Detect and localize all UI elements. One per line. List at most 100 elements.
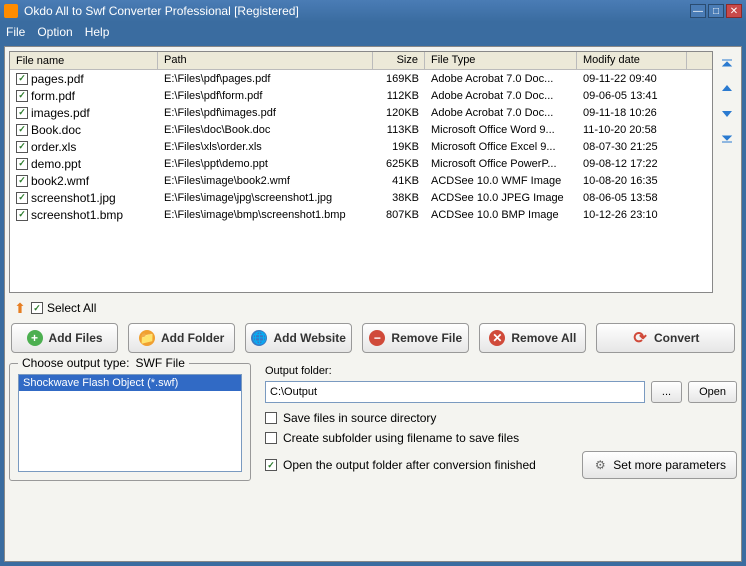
cell-type: ACDSee 10.0 WMF Image [425,174,577,188]
cell-size: 807KB [373,208,425,222]
table-row[interactable]: ✓order.xls E:\Files\xls\order.xls19KBMicr… [10,138,712,155]
convert-button[interactable]: ⟳Convert [596,323,735,353]
col-filetype[interactable]: File Type [425,52,577,69]
table-row[interactable]: ✓demo.pptE:\Files\ppt\demo.ppt625KBMicro… [10,155,712,172]
table-row[interactable]: ✓Book.doc E:\Files\doc\Book.doc113KBMicro… [10,121,712,138]
remove-file-button[interactable]: −Remove File [362,323,469,353]
reorder-buttons [717,51,737,293]
cell-type: Microsoft Office Word 9... [425,123,577,137]
cell-size: 19KB [373,140,425,154]
table-row[interactable]: ✓screenshot1.bmp E:\Files\image\bmp\scree… [10,206,712,223]
cell-filename: form.pdf [31,89,75,103]
output-folder-panel: Output folder: ... Open Save files in so… [265,363,737,481]
row-checkbox[interactable]: ✓ [16,209,28,221]
cell-size: 120KB [373,106,425,120]
table-row[interactable]: ✓pages.pdfE:\Files\pdf\pages.pdf169KBAdo… [10,70,712,87]
table-row[interactable]: ✓form.pdf E:\Files\pdf\form.pdf112KBAdobe… [10,87,712,104]
cell-filename: order.xls [31,140,76,154]
cell-type: Adobe Acrobat 7.0 Doc... [425,72,577,86]
table-row[interactable]: ✓book2.wmfE:\Files\image\book2.wmf41KBAC… [10,172,712,189]
cell-size: 625KB [373,157,425,171]
row-checkbox[interactable]: ✓ [16,90,28,102]
table-row[interactable]: ✓screenshot1.jpg E:\Files\image\jpg\scree… [10,189,712,206]
col-filename[interactable]: File name [10,52,158,69]
output-type-current: SWF File [136,356,185,370]
select-all-checkbox[interactable]: ✓ [31,302,43,314]
create-subfolder-checkbox[interactable] [265,432,277,444]
window-title: Okdo All to Swf Converter Professional [… [24,4,688,18]
cell-date: 10-12-26 23:10 [577,208,687,222]
col-size[interactable]: Size [373,52,425,69]
row-checkbox[interactable]: ✓ [16,141,28,153]
move-up-button[interactable] [719,81,735,97]
titlebar: Okdo All to Swf Converter Professional [… [0,0,746,22]
col-modifydate[interactable]: Modify date [577,52,687,69]
save-source-label: Save files in source directory [283,411,436,425]
close-button[interactable]: ✕ [726,4,742,18]
cell-path: E:\Files\xls\order.xls [158,140,373,154]
row-checkbox[interactable]: ✓ [16,107,28,119]
cell-filename: screenshot1.jpg [31,191,116,205]
cell-size: 113KB [373,123,425,137]
maximize-button[interactable]: □ [708,4,724,18]
open-after-checkbox[interactable]: ✓ [265,459,277,471]
col-path[interactable]: Path [158,52,373,69]
open-folder-button[interactable]: Open [688,381,737,403]
select-all-label: Select All [47,301,96,315]
cell-date: 08-06-05 13:58 [577,191,687,205]
row-checkbox[interactable]: ✓ [16,175,28,187]
move-top-button[interactable] [719,57,735,73]
cell-date: 10-08-20 16:35 [577,174,687,188]
move-down-button[interactable] [719,105,735,121]
cell-type: Adobe Acrobat 7.0 Doc... [425,89,577,103]
cell-path: E:\Files\doc\Book.doc [158,123,373,137]
cell-date: 11-10-20 20:58 [577,123,687,137]
file-grid[interactable]: File name Path Size File Type Modify dat… [9,51,713,293]
cell-date: 09-06-05 13:41 [577,89,687,103]
action-buttons: +Add Files 📁Add Folder 🌐Add Website −Rem… [11,323,735,353]
cell-filename: book2.wmf [31,174,89,188]
output-type-option[interactable]: Shockwave Flash Object (*.swf) [19,375,241,391]
content-area: File name Path Size File Type Modify dat… [4,46,742,562]
add-folder-button[interactable]: 📁Add Folder [128,323,235,353]
cell-type: Microsoft Office Excel 9... [425,140,577,154]
remove-all-button[interactable]: ✕Remove All [479,323,586,353]
cell-path: E:\Files\image\bmp\screenshot1.bmp [158,208,373,222]
row-checkbox[interactable]: ✓ [16,192,28,204]
cell-filename: images.pdf [31,106,90,120]
more-parameters-button[interactable]: ⚙Set more parameters [582,451,737,479]
menu-option[interactable]: Option [37,25,72,39]
cell-size: 38KB [373,191,425,205]
up-arrow-icon: ⬆ [13,301,27,315]
menu-help[interactable]: Help [85,25,110,39]
cell-type: ACDSee 10.0 JPEG Image [425,191,577,205]
cell-filename: demo.ppt [31,157,81,171]
output-type-listbox[interactable]: Shockwave Flash Object (*.swf) [18,374,242,472]
row-checkbox[interactable]: ✓ [16,73,28,85]
menubar: File Option Help [0,22,746,42]
cell-path: E:\Files\pdf\form.pdf [158,89,373,103]
cell-path: E:\Files\ppt\demo.ppt [158,157,373,171]
save-source-checkbox[interactable] [265,412,277,424]
row-checkbox[interactable]: ✓ [16,158,28,170]
minimize-button[interactable]: — [690,4,706,18]
table-row[interactable]: ✓images.pdfE:\Files\pdf\images.pdf120KBA… [10,104,712,121]
row-checkbox[interactable]: ✓ [16,124,28,136]
menu-file[interactable]: File [6,25,25,39]
output-folder-label: Output folder: [265,365,737,377]
cell-size: 112KB [373,89,425,103]
add-files-button[interactable]: +Add Files [11,323,118,353]
cell-filename: screenshot1.bmp [31,208,123,222]
cell-path: E:\Files\image\jpg\screenshot1.jpg [158,191,373,205]
add-website-button[interactable]: 🌐Add Website [245,323,352,353]
create-subfolder-label: Create subfolder using filename to save … [283,431,519,445]
output-folder-input[interactable] [265,381,645,403]
app-icon [4,4,18,18]
browse-button[interactable]: ... [651,381,682,403]
move-bottom-button[interactable] [719,129,735,145]
cell-type: ACDSee 10.0 BMP Image [425,208,577,222]
cell-path: E:\Files\pdf\pages.pdf [158,72,373,86]
cell-filename: Book.doc [31,123,81,137]
cell-size: 169KB [373,72,425,86]
open-after-label: Open the output folder after conversion … [283,458,536,472]
